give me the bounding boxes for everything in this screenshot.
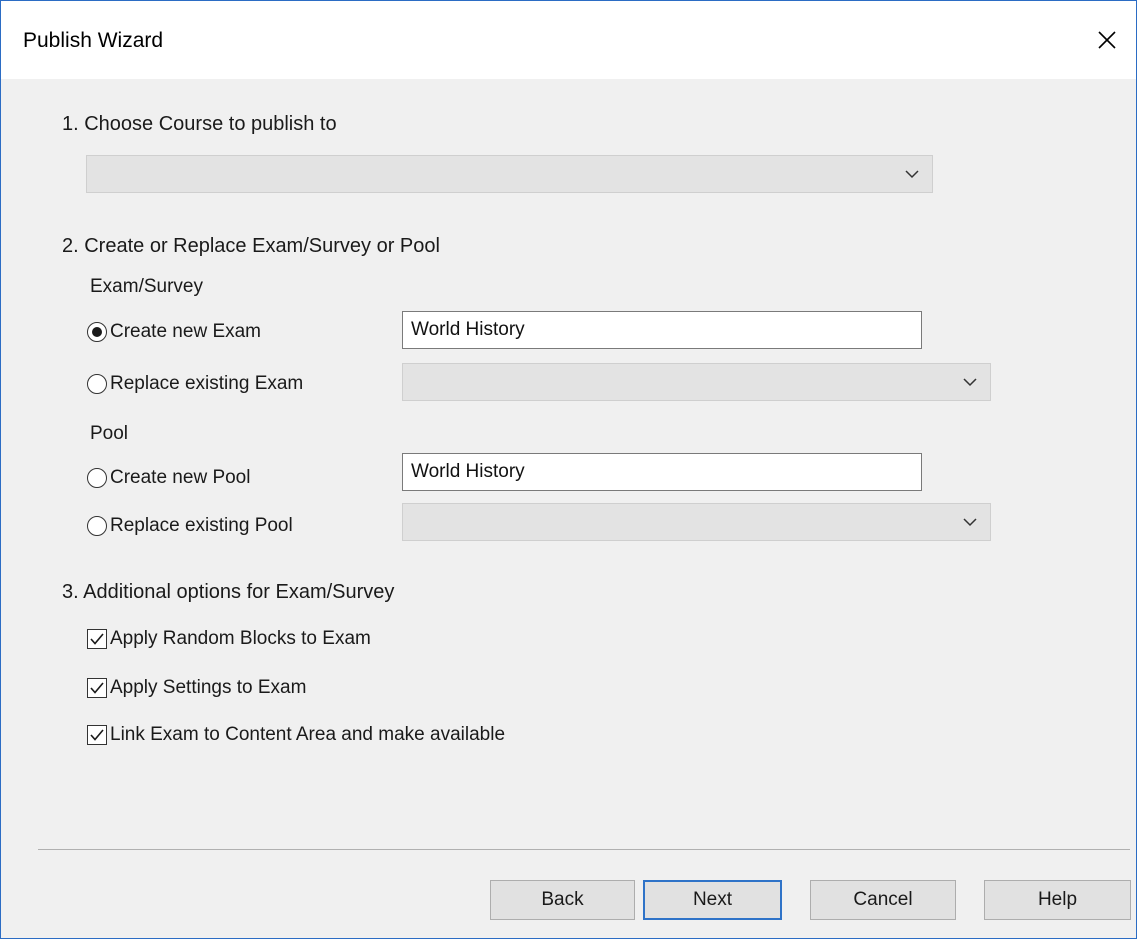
replace-exam-radio[interactable]: Replace existing Exam: [87, 373, 303, 395]
checkmark-icon: [90, 633, 104, 645]
step2-heading: 2. Create or Replace Exam/Survey or Pool: [62, 235, 440, 257]
link-content-area-option[interactable]: Link Exam to Content Area and make avail…: [87, 724, 505, 746]
checkbox-checked[interactable]: [87, 678, 107, 698]
checkbox-checked[interactable]: [87, 725, 107, 745]
pool-name-input[interactable]: World History: [402, 453, 922, 491]
apply-settings-option[interactable]: Apply Settings to Exam: [87, 677, 306, 699]
replace-exam-label: Replace existing Exam: [110, 373, 304, 394]
divider: [38, 849, 1130, 850]
create-pool-radio[interactable]: Create new Pool: [87, 467, 250, 489]
link-content-area-label: Link Exam to Content Area and make avail…: [110, 724, 506, 745]
create-exam-radio[interactable]: Create new Exam: [87, 321, 261, 343]
existing-pool-dropdown[interactable]: [402, 503, 991, 541]
dialog-title: Publish Wizard: [23, 29, 164, 52]
chevron-down-icon: [963, 518, 977, 527]
checkmark-icon: [90, 682, 104, 694]
radio-button[interactable]: [87, 468, 107, 488]
cancel-button[interactable]: Cancel: [810, 880, 956, 920]
existing-exam-dropdown[interactable]: [402, 363, 991, 401]
checkmark-icon: [90, 729, 104, 741]
apply-settings-label: Apply Settings to Exam: [110, 677, 307, 698]
exam-group-label: Exam/Survey: [90, 276, 203, 297]
radio-button[interactable]: [87, 516, 107, 536]
step1-heading: 1. Choose Course to publish to: [62, 113, 337, 135]
next-button[interactable]: Next: [643, 880, 782, 920]
help-button[interactable]: Help: [984, 880, 1131, 920]
radio-button-selected[interactable]: [87, 322, 107, 342]
course-dropdown[interactable]: [86, 155, 933, 193]
random-blocks-option[interactable]: Apply Random Blocks to Exam: [87, 628, 371, 650]
replace-pool-label: Replace existing Pool: [110, 515, 293, 536]
create-pool-label: Create new Pool: [110, 467, 251, 488]
title-bar: Publish Wizard: [1, 1, 1136, 79]
back-button[interactable]: Back: [490, 880, 635, 920]
radio-button[interactable]: [87, 374, 107, 394]
exam-name-input[interactable]: World History: [402, 311, 922, 349]
checkbox-checked[interactable]: [87, 629, 107, 649]
pool-group-label: Pool: [90, 423, 129, 444]
close-icon[interactable]: [1090, 23, 1124, 57]
random-blocks-label: Apply Random Blocks to Exam: [110, 628, 371, 649]
chevron-down-icon: [963, 378, 977, 387]
chevron-down-icon: [905, 170, 919, 179]
step3-heading: 3. Additional options for Exam/Survey: [62, 581, 395, 603]
replace-pool-radio[interactable]: Replace existing Pool: [87, 515, 293, 537]
publish-wizard-dialog: Publish Wizard 1. Choose Course to publi…: [0, 0, 1137, 939]
create-exam-label: Create new Exam: [110, 321, 262, 342]
